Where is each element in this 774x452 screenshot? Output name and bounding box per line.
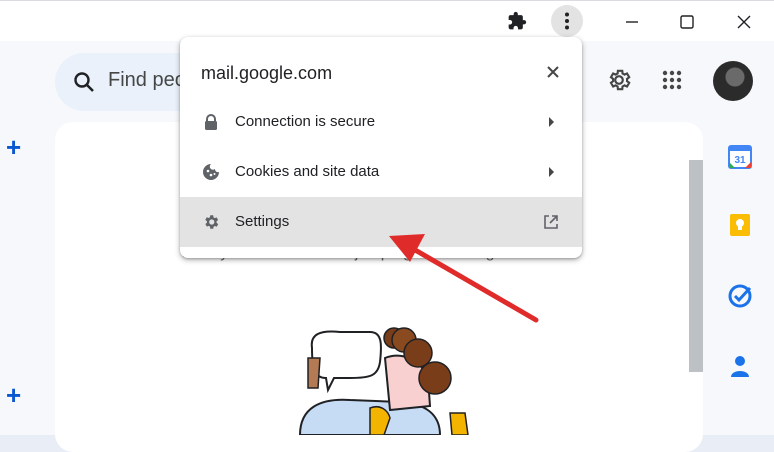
- calendar-date: 31: [734, 155, 746, 166]
- add-icon[interactable]: +: [6, 382, 21, 408]
- site-info-popup: mail.google.com Connection is secure Coo…: [180, 37, 582, 258]
- maximize-icon: [680, 14, 694, 29]
- extensions-button[interactable]: [501, 5, 533, 37]
- keep-icon: [730, 214, 750, 236]
- browser-title-bar: [0, 0, 774, 41]
- minimize-button[interactable]: [609, 1, 655, 42]
- menu-item-label: Settings: [235, 213, 290, 230]
- maximize-button[interactable]: [664, 1, 710, 42]
- menu-item-cookies[interactable]: Cookies and site data: [180, 147, 582, 197]
- contacts-app-button[interactable]: [726, 352, 754, 380]
- gear-icon: [609, 69, 631, 91]
- close-icon: [547, 66, 559, 78]
- apps-button[interactable]: [652, 60, 692, 100]
- menu-item-connection[interactable]: Connection is secure: [180, 97, 582, 147]
- tasks-icon: [728, 284, 752, 308]
- close-window-button[interactable]: [721, 1, 767, 42]
- avatar[interactable]: [713, 61, 753, 101]
- settings-gear-button[interactable]: [599, 60, 639, 100]
- menu-item-label: Connection is secure: [235, 113, 376, 130]
- vertical-dots-icon: [565, 12, 569, 30]
- contacts-icon: [731, 356, 749, 377]
- add-icon[interactable]: +: [6, 134, 21, 160]
- browser-menu-button[interactable]: [551, 5, 583, 37]
- menu-item-settings[interactable]: Settings: [180, 197, 582, 247]
- search-icon: [74, 72, 94, 92]
- calendar-icon: 31: [728, 145, 752, 169]
- cookie-icon: [202, 163, 220, 181]
- settings-icon: [202, 213, 220, 231]
- calendar-app-button[interactable]: 31: [726, 143, 754, 171]
- chat-illustration: [298, 327, 469, 435]
- popup-close-button[interactable]: [542, 61, 564, 83]
- close-icon: [737, 15, 751, 28]
- search-input[interactable]: Find peo: [108, 69, 186, 92]
- apps-grid-icon: [662, 70, 682, 90]
- site-domain: mail.google.com: [201, 63, 333, 83]
- minimize-icon: [626, 20, 638, 23]
- menu-item-label: Cookies and site data: [235, 163, 380, 180]
- puzzle-icon: [508, 11, 527, 30]
- chevron-right-icon: [549, 117, 554, 127]
- tasks-app-button[interactable]: [726, 282, 754, 310]
- open-external-icon: [544, 215, 558, 229]
- keep-app-button[interactable]: [726, 211, 754, 239]
- scrollbar[interactable]: [689, 160, 703, 372]
- lock-icon: [202, 113, 220, 131]
- chevron-right-icon: [549, 167, 554, 177]
